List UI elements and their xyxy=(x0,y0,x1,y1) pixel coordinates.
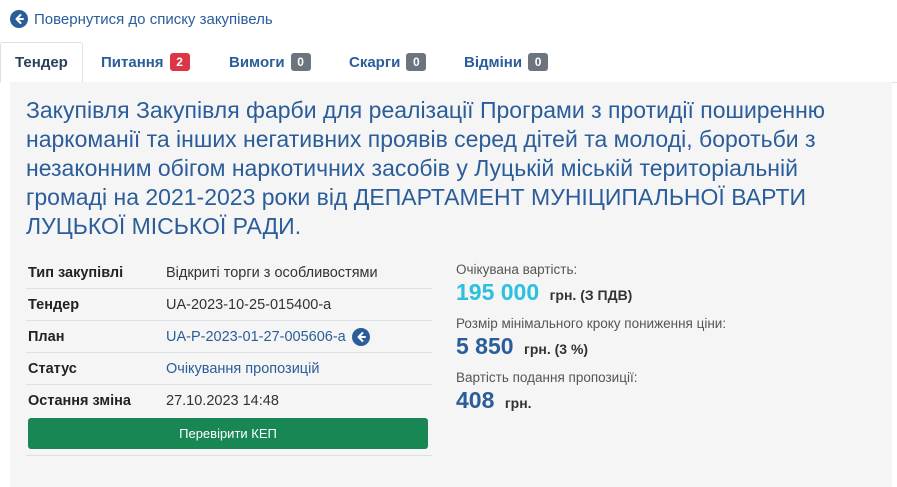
tab-cancellations[interactable]: Відміни 0 xyxy=(464,42,549,82)
info-value: UA-2023-10-25-015400-a xyxy=(164,288,432,321)
submission-fee-amount: 408 xyxy=(456,387,495,413)
table-row: Тип закупівлі Відкриті торги з особливос… xyxy=(26,257,432,289)
expected-unit: грн. (З ПДВ) xyxy=(549,287,633,303)
table-row: План UA-P-2023-01-27-005606-a xyxy=(26,320,432,353)
pricing-block: Очікувана вартість: 195 000 грн. (З ПДВ)… xyxy=(456,262,876,424)
complaints-count-badge: 0 xyxy=(406,53,427,71)
tab-label: Відміни xyxy=(464,53,523,71)
claims-count-badge: 0 xyxy=(290,53,311,71)
table-row: Остання зміна 27.10.2023 14:48 xyxy=(26,385,432,417)
min-step-value: 5 850 грн. (3 %) xyxy=(456,333,876,360)
info-value: Відкриті торги з особливостями xyxy=(164,257,432,289)
submission-fee-label: Вартість подання пропозиції: xyxy=(456,370,638,385)
min-step-unit: грн. (3 %) xyxy=(524,341,589,357)
check-kep-button[interactable]: Перевірити КЕП xyxy=(28,418,428,449)
expected-value-label: Очікувана вартість: xyxy=(456,262,578,277)
tab-label: Вимоги xyxy=(229,53,285,71)
tab-label: Тендер xyxy=(15,54,68,71)
tab-label: Скарги xyxy=(349,53,401,71)
info-value: 27.10.2023 14:48 xyxy=(166,392,279,409)
kep-button-row: Перевірити КЕП xyxy=(26,418,432,456)
tab-bar: Тендер Питання 2 Вимоги 0 Скарги 0 Відмі… xyxy=(0,42,897,83)
tab-complaints[interactable]: Скарги 0 xyxy=(349,42,427,82)
table-row: Статус Очікування пропозицій xyxy=(26,352,432,385)
cancellations-count-badge: 0 xyxy=(528,53,549,71)
arrow-left-circle-icon xyxy=(10,10,28,28)
tab-tender[interactable]: Тендер xyxy=(0,42,83,83)
min-step-amount: 5 850 xyxy=(456,333,514,359)
status-link[interactable]: Очікування пропозицій xyxy=(164,352,432,385)
arrow-left-circle-icon[interactable] xyxy=(351,327,370,346)
table-row: Тендер UA-2023-10-25-015400-a xyxy=(26,288,432,321)
info-key: План xyxy=(26,320,164,353)
submission-fee-value: 408 грн. xyxy=(456,387,876,414)
info-key: Статус xyxy=(26,352,164,385)
tender-info-table: Тип закупівлі Відкриті торги з особливос… xyxy=(26,257,432,416)
tender-title: Закупівля Закупівля фарби для реалізації… xyxy=(26,97,826,239)
plan-cell: UA-P-2023-01-27-005606-a xyxy=(164,320,432,353)
info-key: Остання зміна xyxy=(28,392,131,409)
plan-link[interactable]: UA-P-2023-01-27-005606-a xyxy=(166,329,346,345)
info-key: Тендер xyxy=(26,288,164,321)
info-key: Тип закупівлі xyxy=(26,257,164,289)
tender-panel: Закупівля Закупівля фарби для реалізації… xyxy=(10,82,892,487)
expected-value: 195 000 грн. (З ПДВ) xyxy=(456,279,876,306)
tab-label: Питання xyxy=(101,53,164,71)
tab-questions[interactable]: Питання 2 xyxy=(101,42,190,82)
tab-claims[interactable]: Вимоги 0 xyxy=(229,42,311,82)
back-link-label: Повернутися до списку закупівель xyxy=(34,10,273,28)
back-to-list-link[interactable]: Повернутися до списку закупівель xyxy=(10,10,273,28)
expected-amount: 195 000 xyxy=(456,279,540,305)
questions-count-badge: 2 xyxy=(169,53,190,71)
submission-fee-unit: грн. xyxy=(504,395,532,411)
min-step-label: Розмір мінімального кроку пониження ціни… xyxy=(456,316,727,331)
